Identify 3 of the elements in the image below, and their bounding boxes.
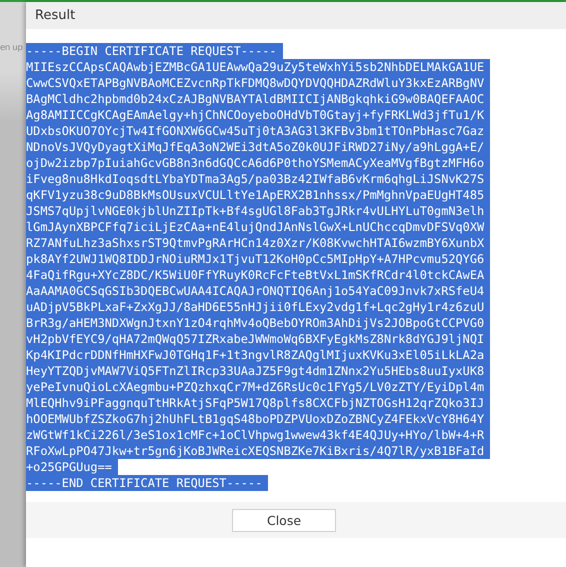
close-button[interactable]: Close (232, 508, 336, 532)
background-text: en up (0, 43, 24, 53)
dialog-title: Result (35, 8, 76, 23)
